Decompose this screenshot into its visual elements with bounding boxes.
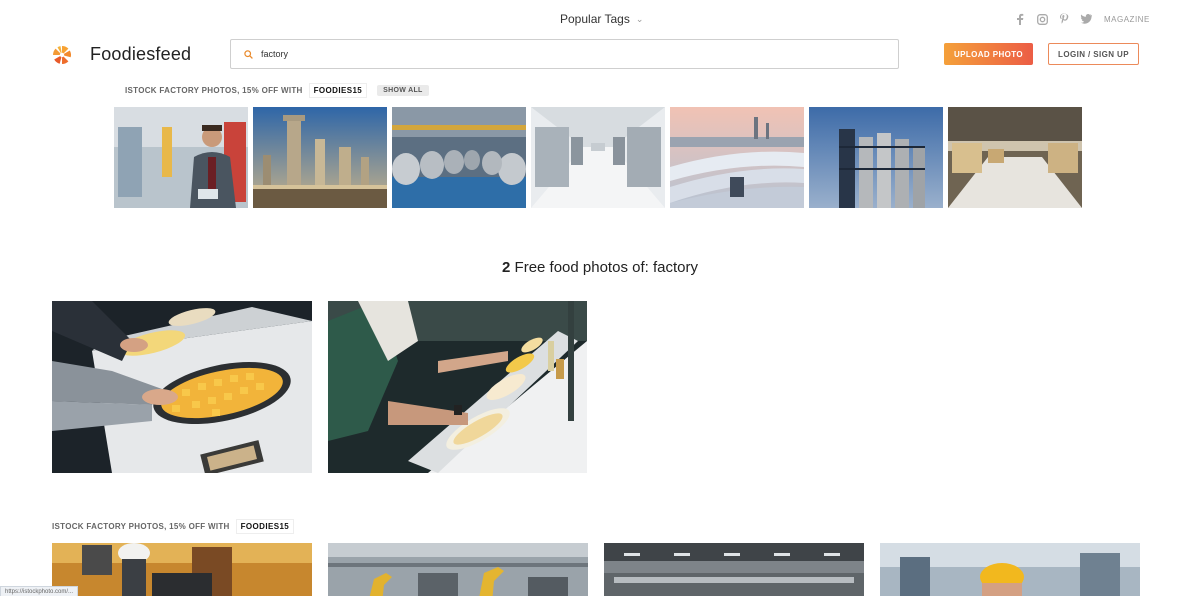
social-links: MAGAZINE: [1014, 13, 1150, 25]
status-bar-url: https://istockphoto.com/...: [0, 586, 79, 596]
stock-photo-warehouse[interactable]: [948, 107, 1082, 208]
popular-tags-label: Popular Tags: [560, 12, 630, 26]
stock-photo-factory-worker[interactable]: [114, 107, 248, 208]
promo-code: FOODIES15: [235, 519, 295, 534]
stock-photo-distillery[interactable]: [809, 107, 943, 208]
site-logo[interactable]: Foodiesfeed: [52, 44, 191, 65]
search-bar[interactable]: [230, 39, 899, 69]
login-signup-button[interactable]: LOGIN / SIGN UP: [1048, 43, 1139, 65]
instagram-icon[interactable]: [1036, 13, 1048, 25]
istock-promo-bottom: ISTOCK FACTORY PHOTOS, 15% OFF WITH FOOD…: [52, 519, 295, 534]
stock-photo-refinery[interactable]: [253, 107, 387, 208]
stock-photo-pipelines[interactable]: [670, 107, 804, 208]
promo-code: FOODIES15: [308, 83, 368, 98]
result-photo-2[interactable]: [328, 301, 587, 473]
stock-photo-hardhat-worker[interactable]: [880, 543, 1140, 596]
foodiesfeed-logo-icon: [52, 45, 72, 64]
results-title-text: Free food photos of: factory: [514, 259, 698, 276]
show-all-button[interactable]: SHOW ALL: [377, 85, 429, 96]
istock-thumbnail-strip: [114, 107, 1082, 208]
stock-photo-production-line[interactable]: [531, 107, 665, 208]
chevron-down-icon: ⌄: [635, 13, 644, 24]
facebook-icon[interactable]: [1014, 13, 1026, 25]
stock-photo-robotic-arms[interactable]: [328, 543, 588, 596]
twitter-icon[interactable]: [1080, 13, 1092, 25]
istock-bottom-strip: [52, 543, 1140, 596]
results-count: 2: [502, 259, 511, 276]
search-input[interactable]: [261, 49, 861, 59]
stock-photo-worker-helmet-autumn[interactable]: [52, 543, 312, 596]
istock-promo-top: ISTOCK FACTORY PHOTOS, 15% OFF WITH FOOD…: [125, 83, 429, 98]
popular-tags-dropdown[interactable]: Popular Tags ⌄: [560, 12, 643, 26]
magazine-link[interactable]: MAGAZINE: [1104, 15, 1150, 24]
promo-text: ISTOCK FACTORY PHOTOS, 15% OFF WITH: [52, 522, 230, 531]
results-heading: 2 Free food photos of: factory: [0, 259, 1200, 276]
pinterest-icon[interactable]: [1058, 13, 1070, 25]
stock-photo-steel-coils[interactable]: [392, 107, 526, 208]
brand-name: Foodiesfeed: [90, 44, 192, 64]
upload-photo-button[interactable]: UPLOAD PHOTO: [944, 43, 1033, 65]
stock-photo-factory-hall[interactable]: [604, 543, 864, 596]
result-photo-1[interactable]: [52, 301, 312, 473]
search-icon: [241, 47, 255, 61]
promo-text: ISTOCK FACTORY PHOTOS, 15% OFF WITH: [125, 86, 303, 95]
